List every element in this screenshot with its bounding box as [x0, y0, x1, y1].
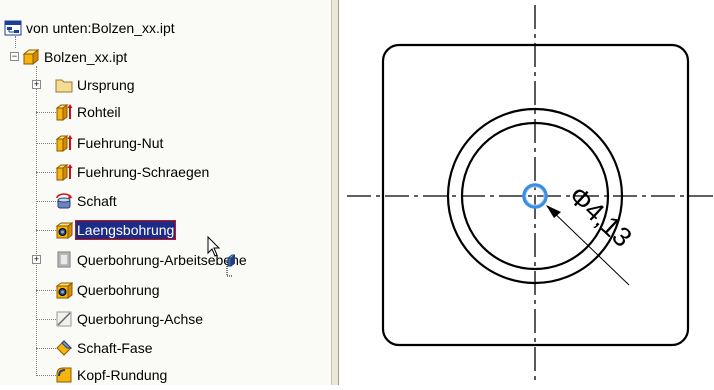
work-axis-icon: [55, 310, 73, 328]
tree-item-querbohrung[interactable]: Querbohrung: [55, 279, 161, 301]
extrusion-feature-icon: [55, 163, 73, 181]
hole-feature-icon: [55, 281, 73, 299]
tree-item-fuehrung-schraegen[interactable]: Fuehrung-Schraegen: [55, 161, 210, 183]
chamfer-feature-icon: [55, 339, 73, 357]
selected-item-label: Laengsbohrung: [74, 220, 177, 240]
folder-icon: [55, 76, 73, 94]
part-icon: [22, 48, 40, 66]
tree-item-schaft-fase[interactable]: Schaft-Fase: [55, 337, 153, 359]
drag-cursor-icon: [207, 235, 237, 283]
part-node[interactable]: Bolzen_xx.ipt: [22, 46, 128, 68]
extrusion-feature-icon: [55, 103, 73, 121]
hole-feature-icon: [55, 221, 73, 239]
extrusion-feature-icon: [55, 134, 73, 152]
dimension-arrowhead: [546, 205, 561, 218]
browser-root[interactable]: von unten:Bolzen_xx.ipt: [4, 17, 176, 39]
tree-item-schaft[interactable]: Schaft: [55, 190, 118, 212]
part-label: Bolzen_xx.ipt: [44, 49, 128, 65]
diameter-dimension: Φ4,13: [563, 180, 638, 252]
panel-splitter[interactable]: [331, 0, 339, 385]
model-browser: von unten:Bolzen_xx.ipt − Bolzen_xx.ipt …: [0, 0, 331, 385]
part-view-icon: [4, 19, 22, 37]
drawing-canvas: Φ4,13: [347, 5, 714, 385]
expand-toggle[interactable]: +: [32, 255, 41, 264]
tree-item-fuehrung-nut[interactable]: Fuehrung-Nut: [55, 132, 164, 154]
collapse-toggle[interactable]: −: [10, 52, 19, 61]
fillet-feature-icon: [55, 366, 73, 384]
expand-toggle[interactable]: +: [32, 80, 41, 89]
graphics-window[interactable]: Φ4,13: [339, 0, 714, 385]
tree-item-rohteil[interactable]: Rohteil: [55, 101, 122, 123]
revolve-feature-icon: [55, 192, 73, 210]
tree-item-laengsbohrung[interactable]: Laengsbohrung: [55, 219, 177, 241]
tree-item-ursprung[interactable]: Ursprung: [55, 74, 136, 96]
tree-item-kopf-rundung[interactable]: Kopf-Rundung: [55, 364, 168, 385]
work-plane-icon: [55, 251, 73, 269]
tree-item-querbohrung-achse[interactable]: Querbohrung-Achse: [55, 308, 204, 330]
browser-root-label: von unten:Bolzen_xx.ipt: [26, 20, 175, 36]
